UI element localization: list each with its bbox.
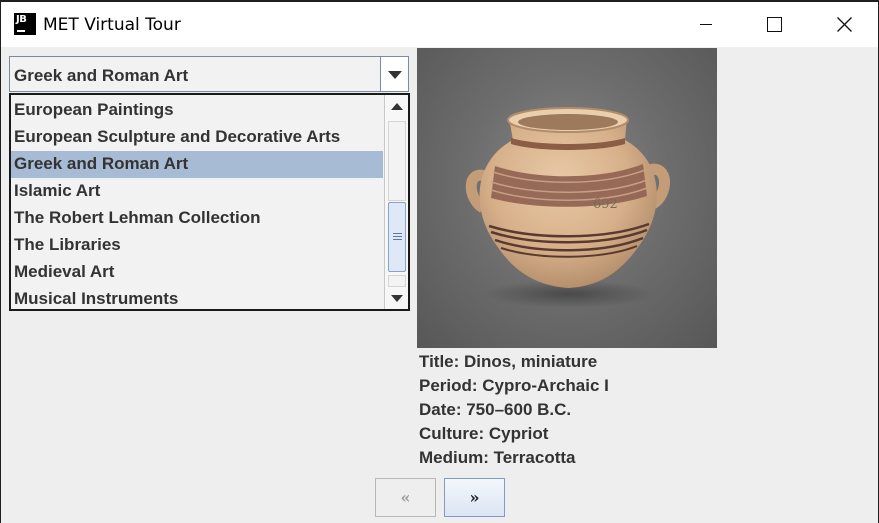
app-window: JB MET Virtual Tour Greek and Roman Art … (0, 0, 879, 523)
department-combobox[interactable]: Greek and Roman Art (9, 56, 409, 92)
department-combobox-value: Greek and Roman Art (14, 66, 189, 85)
scroll-up-icon[interactable] (385, 95, 408, 117)
artwork-image: 692 (417, 48, 717, 348)
list-item[interactable]: Islamic Art (11, 178, 383, 205)
department-list[interactable]: European Paintings European Sculpture an… (9, 93, 410, 311)
maximize-icon[interactable] (739, 2, 809, 46)
previous-button[interactable]: « (375, 478, 436, 517)
artwork-culture: Culture: Cypriot (419, 424, 549, 443)
minimize-icon[interactable] (671, 2, 741, 46)
chevron-down-icon[interactable] (380, 57, 408, 91)
next-button[interactable]: » (444, 478, 505, 517)
scroll-track[interactable] (388, 275, 406, 287)
list-scrollbar[interactable] (384, 95, 408, 309)
scroll-thumb[interactable] (388, 202, 406, 272)
artwork-period: Period: Cypro-Archaic I (419, 376, 609, 395)
list-item[interactable]: The Libraries (11, 232, 383, 259)
title-bar[interactable]: JB MET Virtual Tour (1, 2, 878, 47)
inventory-mark: 692 (593, 197, 618, 212)
close-icon[interactable] (809, 2, 879, 46)
client-area: Greek and Roman Art European Paintings E… (1, 47, 878, 523)
artwork-date: Date: 750–600 B.C. (419, 400, 572, 419)
artwork-title: Title: Dinos, miniature (419, 352, 598, 371)
window-title: MET Virtual Tour (43, 15, 181, 35)
list-item-selected[interactable]: Greek and Roman Art (11, 151, 383, 178)
artwork-medium: Medium: Terracotta (419, 448, 576, 467)
list-item[interactable]: Musical Instruments (11, 286, 383, 309)
scroll-down-icon[interactable] (385, 287, 408, 309)
vase-illustration: 692 (465, 107, 670, 308)
app-icon-text: JB (16, 14, 27, 25)
list-item[interactable]: The Robert Lehman Collection (11, 205, 383, 232)
scroll-track[interactable] (388, 121, 406, 201)
artwork-details: Title: Dinos, miniature Period: Cypro-Ar… (419, 352, 609, 472)
app-icon: JB (14, 13, 36, 35)
list-item[interactable]: European Paintings (11, 97, 383, 124)
list-item[interactable]: European Sculpture and Decorative Arts (11, 124, 383, 151)
list-item[interactable]: Medieval Art (11, 259, 383, 286)
